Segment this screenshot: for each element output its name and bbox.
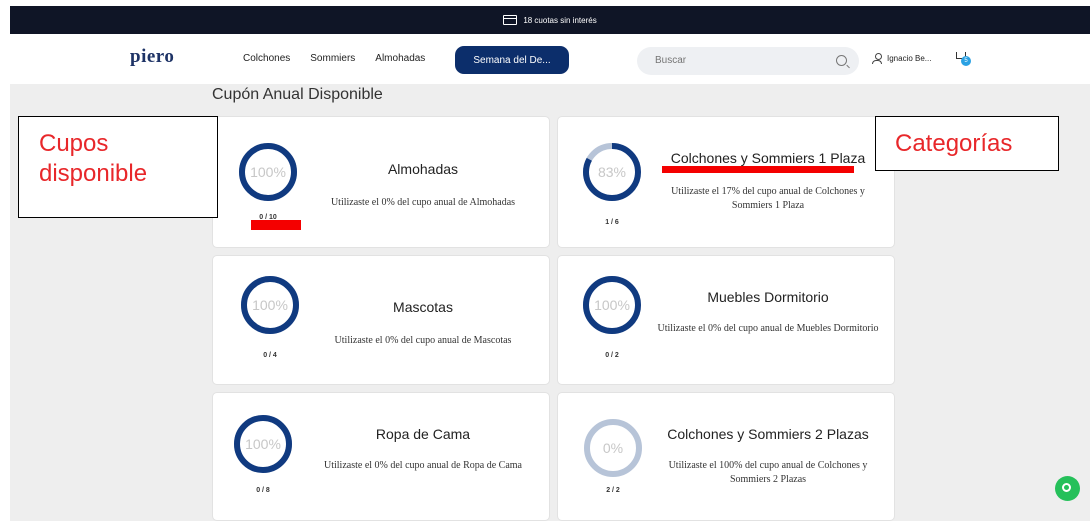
category-name: Muebles Dormitorio <box>707 289 829 305</box>
progress-percent: 0% <box>603 440 623 456</box>
annotation-categorias-text: Categorías <box>895 130 1013 157</box>
annotation-cupos-text: Cupos disponible <box>39 130 148 187</box>
credit-card-icon <box>503 15 518 25</box>
highlight-count <box>251 220 301 230</box>
main-nav: Colchones Sommiers Almohadas <box>243 53 425 64</box>
highlight-category <box>662 166 854 173</box>
page-title: Cupón Anual Disponible <box>212 86 383 103</box>
usage-description: Utilizaste el 0% del cupo anual de Masco… <box>334 335 512 346</box>
progress-ring: 100% <box>241 276 299 334</box>
usage-description: Utilizaste el 0% del cupo anual de Ropa … <box>324 460 522 471</box>
logo[interactable]: piero <box>130 46 174 68</box>
cart-badge: 5 <box>961 56 971 66</box>
nav-item-sommiers[interactable]: Sommiers <box>310 53 355 64</box>
category-name: Ropa de Cama <box>375 426 471 442</box>
coupon-card: 100% 0 / 2 Muebles Dormitorio Utilizaste el… <box>557 255 895 385</box>
coupon-count: 0 / 8 <box>256 487 270 494</box>
progress-ring: 100% <box>234 415 292 473</box>
user-name: Ignacio Be... <box>887 54 932 63</box>
progress-percent: 100% <box>252 297 288 313</box>
usage-description: Utilizaste el 100% del cupo anual de Col… <box>668 460 868 485</box>
usage-description: Utilizaste el 17% del cupo anual de Colc… <box>671 186 865 211</box>
promo-text: 18 cuotas sin interés <box>523 15 597 25</box>
search-icon[interactable] <box>836 55 847 66</box>
user-icon <box>872 53 882 64</box>
coupon-card: 100% 0 / 8 Ropa de Cama Utilizaste el 0% de… <box>212 392 550 521</box>
promo-bar: 18 cuotas sin interés <box>10 6 1090 34</box>
usage-description: Utilizaste el 0% del cupo anual de Almoh… <box>330 197 516 208</box>
progress-percent: 100% <box>594 297 630 313</box>
nav-item-almohadas[interactable]: Almohadas <box>375 53 425 64</box>
progress-ring: 83% <box>583 143 641 201</box>
coupon-count: 1 / 6 <box>605 219 619 226</box>
coupon-count: 0 / 4 <box>263 352 277 359</box>
category-name: Mascotas <box>393 299 453 315</box>
search-input[interactable] <box>653 54 817 67</box>
whatsapp-icon[interactable] <box>1055 476 1080 501</box>
header: piero Colchones Sommiers Almohadas Seman… <box>10 34 1090 84</box>
coupon-count: 0 / 2 <box>605 352 619 359</box>
category-name: Colchones y Sommiers 2 Plazas <box>667 426 869 442</box>
coupon-card: 83% 1 / 6 Colchones y Sommiers 1 Plaza Util… <box>557 116 895 248</box>
app-frame: 18 cuotas sin interés piero Colchones So… <box>10 6 1090 521</box>
usage-description: Utilizaste el 0% del cupo anual de Muebl… <box>657 323 879 334</box>
annotation-cupos: Cupos disponible <box>18 116 218 218</box>
search-box <box>637 47 859 75</box>
coupon-card: 0% 2 / 2 Colchones y Sommiers 2 Plazas Util… <box>557 392 895 521</box>
category-name: Colchones y Sommiers 1 Plaza <box>670 150 866 166</box>
user-menu[interactable]: Ignacio Be... <box>872 53 931 64</box>
promo-button[interactable]: Semana del De... <box>455 46 569 74</box>
annotation-categorias: Categorías <box>875 116 1059 171</box>
progress-ring: 100% <box>583 276 641 334</box>
cart-button[interactable]: 5 <box>955 50 971 66</box>
nav-item-colchones[interactable]: Colchones <box>243 53 290 64</box>
progress-ring: 100% <box>239 143 297 201</box>
progress-percent: 83% <box>598 164 626 180</box>
category-name: Almohadas <box>387 161 459 177</box>
progress-percent: 100% <box>250 164 286 180</box>
coupon-card: 100% 0 / 4 Mascotas Utilizaste el 0% del cu… <box>212 255 550 385</box>
progress-percent: 100% <box>245 436 281 452</box>
progress-ring: 0% <box>584 419 642 477</box>
coupon-count: 2 / 2 <box>606 487 620 494</box>
